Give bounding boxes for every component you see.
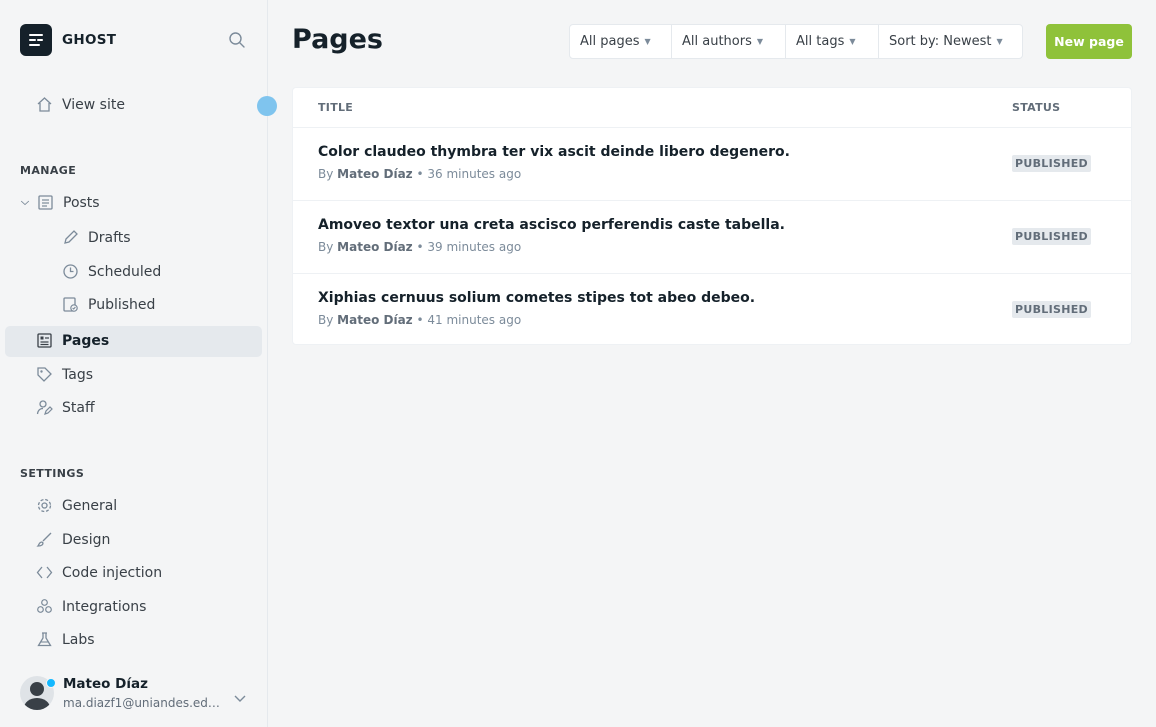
published-icon (63, 297, 78, 312)
filter-tags-label: All tags (796, 34, 845, 49)
new-page-button[interactable]: New page (1046, 24, 1132, 59)
nav-drafts-label: Drafts (88, 229, 131, 246)
manage-section-label: MANAGE (20, 164, 77, 177)
page-title-link[interactable]: Xiphias cernuus solium cometes stipes to… (318, 290, 755, 306)
pages-table: TITLE STATUS Color claudeo thymbra ter v… (292, 87, 1132, 345)
by-label: By (318, 240, 334, 254)
pencil-icon (64, 230, 78, 244)
nav-code-injection[interactable]: Code injection (36, 564, 162, 581)
brand[interactable]: GHOST (20, 24, 116, 56)
page-meta: By Mateo Díaz • 41 minutes ago (318, 313, 521, 327)
page-meta: By Mateo Díaz • 36 minutes ago (318, 167, 521, 181)
status-badge: PUBLISHED (1012, 228, 1091, 245)
nav-general[interactable]: General (36, 497, 117, 514)
nav-code-injection-label: Code injection (62, 564, 163, 581)
nav-published-label: Published (88, 296, 156, 313)
nav-design-label: Design (62, 531, 111, 548)
filter-bar: All pages ▼ All authors ▼ All tags ▼ Sort b… (569, 24, 1023, 59)
settings-section-label: SETTINGS (20, 467, 85, 480)
nav-integrations-label: Integrations (62, 598, 147, 615)
sort-select[interactable]: Sort by: Newest ▼ (879, 25, 1022, 58)
nav-tags[interactable]: Tags (36, 366, 93, 383)
chevron-down-icon[interactable] (20, 194, 30, 211)
nav-drafts[interactable]: Drafts (62, 229, 131, 246)
table-row[interactable]: Amoveo textor una creta ascisco perferen… (293, 200, 1131, 273)
column-header-title[interactable]: TITLE (318, 101, 353, 114)
by-label: By (318, 313, 334, 327)
nav-labs-label: Labs (62, 631, 95, 648)
user-email: ma.diazf1@uniandes.edu.co (63, 696, 225, 710)
nav-view-site[interactable]: View site (36, 96, 125, 113)
nav-integrations[interactable]: Integrations (36, 598, 146, 615)
ghost-logo-icon (20, 24, 52, 56)
nav-labs[interactable]: Labs (36, 631, 95, 648)
nav-staff[interactable]: Staff (36, 399, 95, 416)
table-row[interactable]: Color claudeo thymbra ter vix ascit dein… (293, 127, 1131, 200)
filter-authors-label: All authors (682, 34, 752, 49)
nav-pages[interactable]: Pages (36, 332, 109, 349)
nav-scheduled-label: Scheduled (88, 263, 162, 280)
nav-general-label: General (62, 497, 118, 514)
page-title: Pages (292, 24, 383, 55)
pulse-dot (257, 96, 277, 116)
posts-icon (38, 195, 53, 210)
timestamp: • 39 minutes ago (416, 240, 522, 254)
status-badge: PUBLISHED (1012, 155, 1091, 172)
table-row[interactable]: Xiphias cernuus solium cometes stipes to… (293, 273, 1131, 345)
chevron-down-icon: ▼ (644, 37, 651, 46)
page-title-link[interactable]: Amoveo textor una creta ascisco perferen… (318, 217, 785, 233)
code-icon (36, 566, 53, 579)
nav-published[interactable]: Published (62, 296, 155, 313)
filter-pages-label: All pages (580, 34, 640, 49)
chevron-down-icon: ▼ (996, 37, 1003, 46)
filter-tags[interactable]: All tags ▼ (786, 25, 879, 58)
nav-posts-label: Posts (63, 194, 100, 211)
filter-pages[interactable]: All pages ▼ (570, 25, 672, 58)
notification-dot (46, 678, 56, 688)
integrations-icon (37, 599, 52, 613)
gear-icon (37, 498, 52, 513)
column-header-status[interactable]: STATUS (1012, 101, 1060, 114)
tag-icon (37, 367, 52, 382)
sort-label: Sort by: Newest (889, 34, 992, 49)
nav-design[interactable]: Design (36, 531, 110, 548)
pages-icon (37, 333, 52, 348)
page-title-link[interactable]: Color claudeo thymbra ter vix ascit dein… (318, 144, 790, 160)
home-icon (37, 97, 52, 112)
filter-authors[interactable]: All authors ▼ (672, 25, 786, 58)
chevron-down-icon[interactable] (233, 690, 247, 704)
staff-icon (36, 400, 53, 415)
author-name: Mateo Díaz (337, 240, 413, 254)
chevron-down-icon: ▼ (849, 37, 856, 46)
timestamp: • 41 minutes ago (416, 313, 522, 327)
status-badge: PUBLISHED (1012, 301, 1091, 318)
nav-view-site-label: View site (62, 96, 125, 113)
author-name: Mateo Díaz (337, 313, 413, 327)
brand-name: GHOST (62, 32, 117, 48)
nav-staff-label: Staff (62, 399, 95, 416)
clock-icon (63, 264, 78, 279)
search-icon[interactable] (228, 31, 246, 49)
user-name: Mateo Díaz (63, 676, 148, 692)
nav-pages-label: Pages (62, 332, 110, 349)
timestamp: • 36 minutes ago (416, 167, 522, 181)
page-meta: By Mateo Díaz • 39 minutes ago (318, 240, 521, 254)
by-label: By (318, 167, 334, 181)
chevron-down-icon: ▼ (756, 37, 764, 46)
author-name: Mateo Díaz (337, 167, 413, 181)
nav-scheduled[interactable]: Scheduled (62, 263, 161, 280)
nav-tags-label: Tags (62, 366, 93, 383)
nav-posts[interactable]: Posts (20, 194, 100, 211)
sidebar: GHOST View site MANAGE Posts Drafts Sche… (0, 0, 277, 727)
flask-icon (37, 632, 52, 647)
brush-icon (36, 532, 52, 547)
